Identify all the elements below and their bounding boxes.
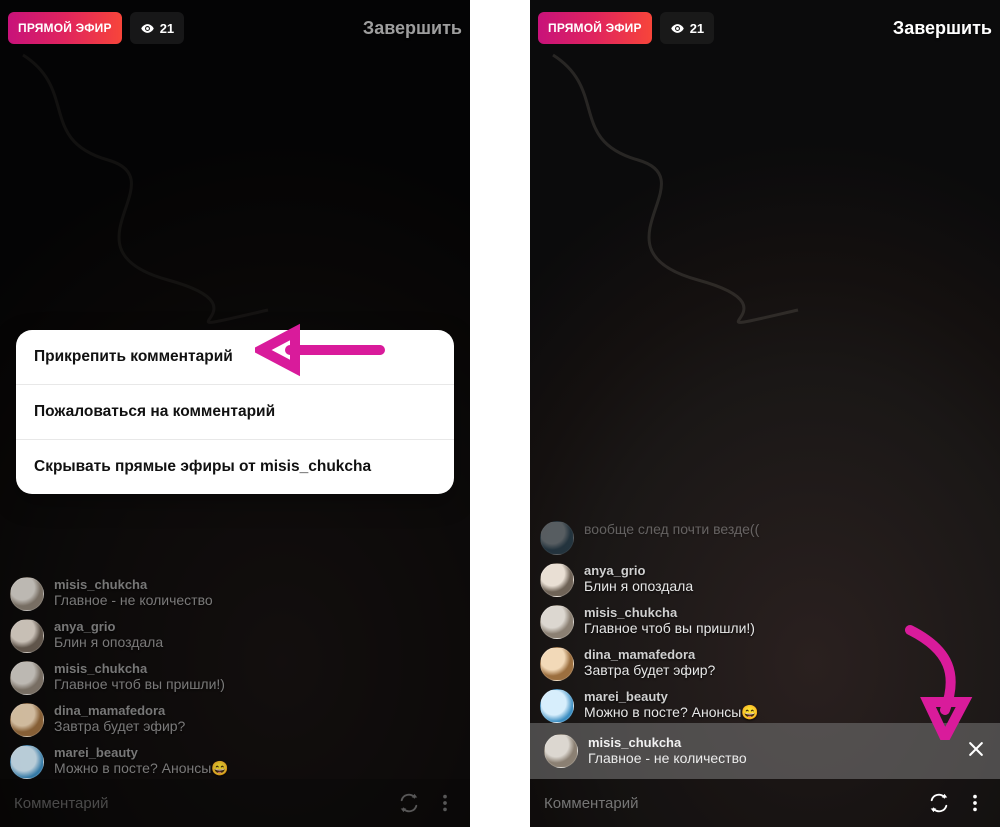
live-badge: ПРЯМОЙ ЭФИР — [538, 12, 652, 44]
live-bottombar — [530, 779, 1000, 827]
eye-icon — [670, 21, 685, 36]
decorative-lights — [548, 50, 828, 350]
avatar — [10, 577, 44, 611]
more-button[interactable] — [964, 792, 986, 814]
more-icon — [964, 792, 986, 814]
comment-text: Можно в посте? Анонсы😄 — [584, 704, 759, 721]
viewers-number: 21 — [690, 21, 704, 36]
comment-item[interactable]: вообще след почти везде(( — [540, 521, 910, 555]
eye-icon — [140, 21, 155, 36]
pinned-text: Главное - не количество — [588, 750, 747, 767]
comment-item[interactable]: marei_beauty Можно в посте? Анонсы😄 — [10, 745, 380, 779]
avatar — [10, 619, 44, 653]
avatar — [540, 689, 574, 723]
comment-username: anya_grio — [584, 563, 693, 578]
unpin-button[interactable] — [966, 739, 986, 764]
switch-camera-icon — [928, 792, 950, 814]
end-live-button[interactable]: Завершить — [893, 18, 992, 39]
avatar — [10, 661, 44, 695]
menu-hide-lives[interactable]: Скрывать прямые эфиры от misis_chukcha — [16, 439, 454, 494]
live-badge: ПРЯМОЙ ЭФИР — [8, 12, 122, 44]
comments-stream: misis_chukcha Главное - не количество an… — [10, 577, 380, 779]
viewers-count[interactable]: 21 — [660, 12, 714, 44]
comment-username: misis_chukcha — [584, 605, 755, 620]
live-topbar: ПРЯМОЙ ЭФИР 21 Завершить — [8, 8, 462, 48]
switch-camera-button[interactable] — [928, 792, 950, 814]
comment-context-menu: Прикрепить комментарий Пожаловаться на к… — [16, 330, 454, 494]
comment-username: dina_mamafedora — [54, 703, 185, 718]
menu-report-comment[interactable]: Пожаловаться на комментарий — [16, 384, 454, 439]
comment-input[interactable] — [14, 795, 384, 812]
comment-username: misis_chukcha — [54, 577, 213, 592]
comment-item[interactable]: marei_beauty Можно в посте? Анонсы😄 — [540, 689, 910, 723]
viewers-count[interactable]: 21 — [130, 12, 184, 44]
end-live-button[interactable]: Завершить — [363, 18, 462, 39]
comment-item[interactable]: misis_chukcha Главное - не количество — [10, 577, 380, 611]
close-icon — [966, 739, 986, 759]
live-topbar: ПРЯМОЙ ЭФИР 21 Завершить — [538, 8, 992, 48]
live-screen-right: ПРЯМОЙ ЭФИР 21 Завершить вообще след поч… — [530, 0, 1000, 827]
comment-item[interactable]: misis_chukcha Главное чтоб вы пришли!) — [540, 605, 910, 639]
comment-username: marei_beauty — [54, 745, 229, 760]
comment-text: Главное чтоб вы пришли!) — [584, 620, 755, 637]
comment-text: Главное чтоб вы пришли!) — [54, 676, 225, 693]
comment-item[interactable]: dina_mamafedora Завтра будет эфир? — [540, 647, 910, 681]
comments-stream: вообще след почти везде(( anya_grio Блин… — [540, 521, 910, 723]
live-bottombar — [0, 779, 470, 827]
avatar — [540, 521, 574, 555]
comment-text: Можно в посте? Анонсы😄 — [54, 760, 229, 777]
avatar — [540, 563, 574, 597]
more-icon — [434, 792, 456, 814]
menu-pin-comment[interactable]: Прикрепить комментарий — [16, 330, 454, 384]
comment-text: Блин я опоздала — [584, 578, 693, 595]
comment-text: Блин я опоздала — [54, 634, 163, 651]
comment-username: marei_beauty — [584, 689, 759, 704]
comment-item[interactable]: dina_mamafedora Завтра будет эфир? — [10, 703, 380, 737]
viewers-number: 21 — [160, 21, 174, 36]
comment-item[interactable]: anya_grio Блин я опоздала — [540, 563, 910, 597]
comment-text: вообще след почти везде(( — [584, 521, 759, 538]
comment-item[interactable]: misis_chukcha Главное чтоб вы пришли!) — [10, 661, 380, 695]
avatar — [540, 605, 574, 639]
comment-input[interactable] — [544, 795, 914, 812]
comment-username: anya_grio — [54, 619, 163, 634]
avatar — [540, 647, 574, 681]
avatar — [10, 745, 44, 779]
comment-item[interactable]: anya_grio Блин я опоздала — [10, 619, 380, 653]
switch-camera-button[interactable] — [398, 792, 420, 814]
live-screen-left: ПРЯМОЙ ЭФИР 21 Завершить misis_chukcha Г… — [0, 0, 470, 827]
avatar — [544, 734, 578, 768]
comment-username: misis_chukcha — [54, 661, 225, 676]
comment-text: Главное - не количество — [54, 592, 213, 609]
comment-text: Завтра будет эфир? — [584, 662, 715, 679]
pinned-comment[interactable]: misis_chukcha Главное - не количество — [530, 723, 1000, 779]
avatar — [10, 703, 44, 737]
pinned-username: misis_chukcha — [588, 735, 747, 750]
more-button[interactable] — [434, 792, 456, 814]
comment-username: dina_mamafedora — [584, 647, 715, 662]
switch-camera-icon — [398, 792, 420, 814]
comment-text: Завтра будет эфир? — [54, 718, 185, 735]
